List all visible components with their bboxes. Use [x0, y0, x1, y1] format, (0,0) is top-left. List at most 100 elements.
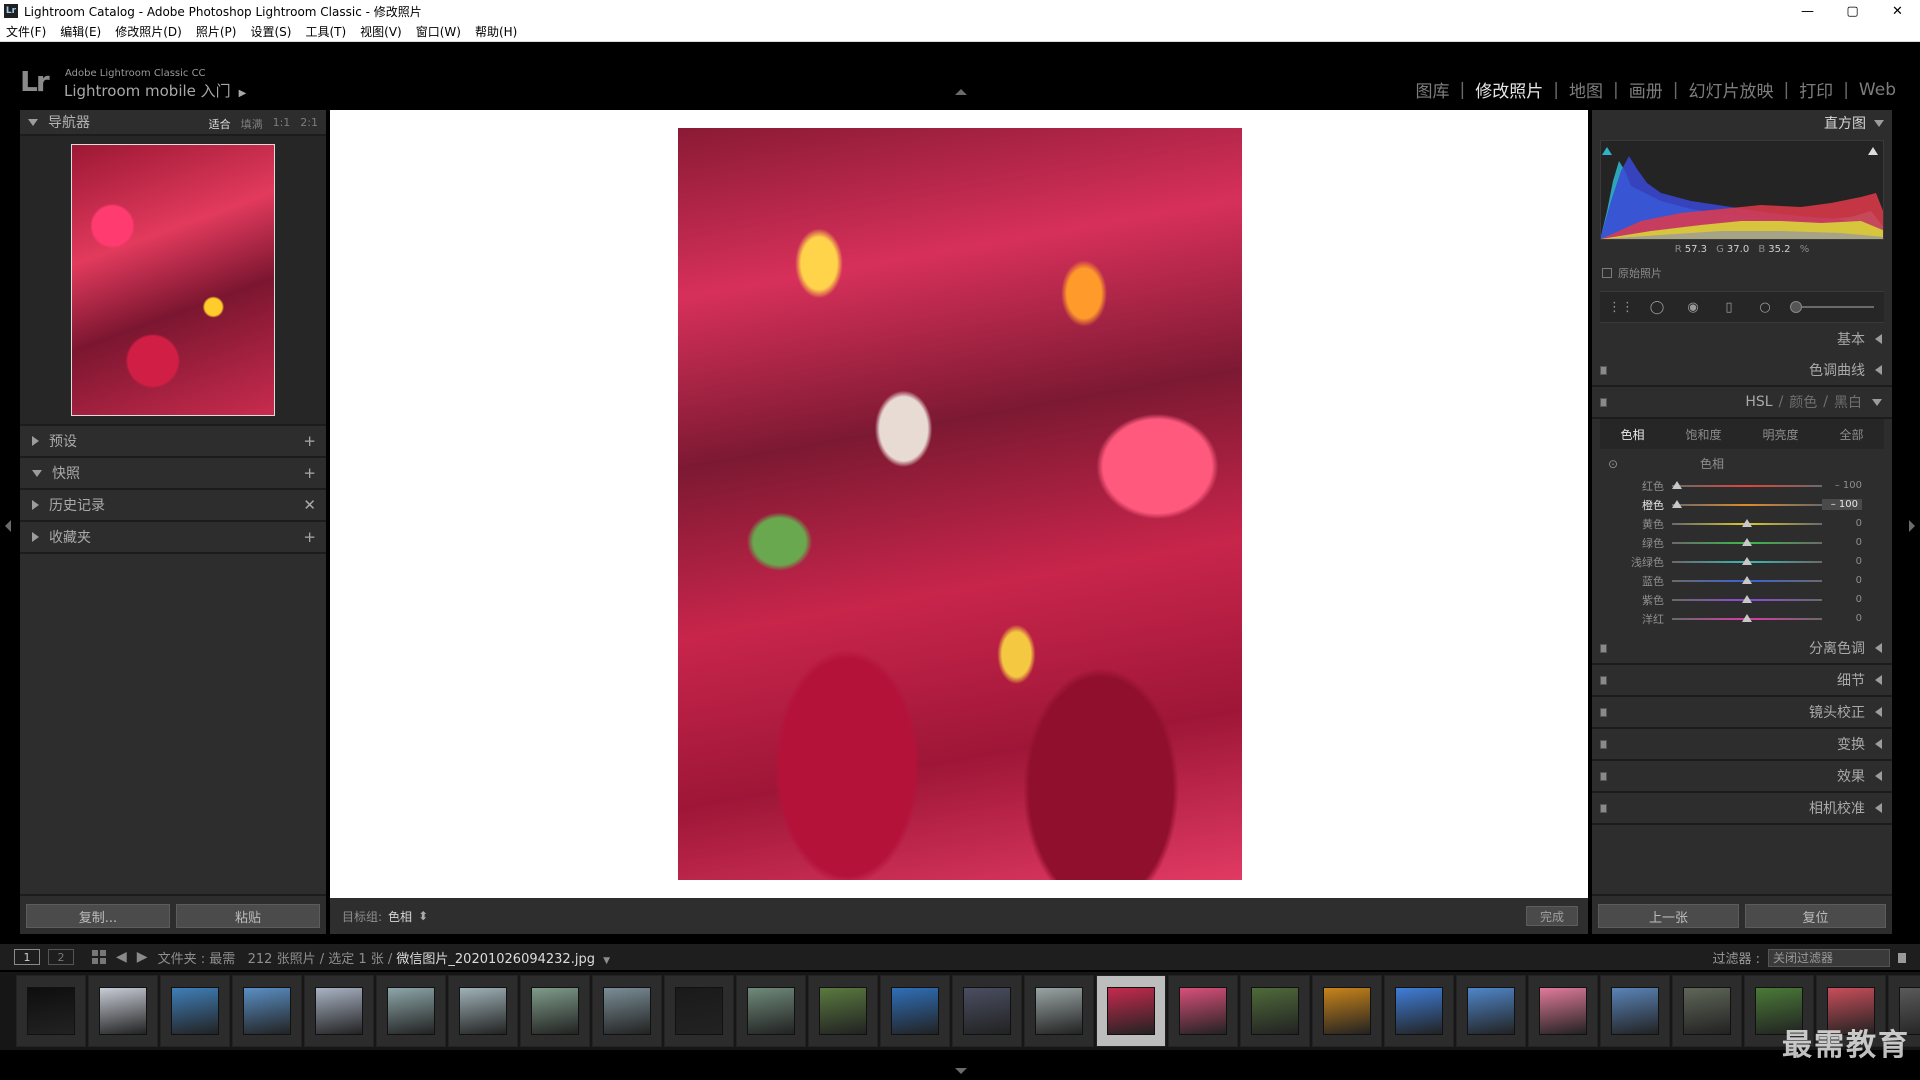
main-photo[interactable]	[678, 128, 1242, 880]
slider-knob[interactable]	[1742, 556, 1752, 565]
hue-slider-row[interactable]: 洋红 0	[1600, 609, 1884, 628]
filmstrip-thumbnail[interactable]	[603, 987, 651, 1035]
filmstrip-thumbnail[interactable]	[1035, 987, 1083, 1035]
filmstrip-cell[interactable]	[1384, 975, 1454, 1047]
module-print[interactable]: 打印	[1789, 77, 1843, 102]
filmstrip-cell[interactable]	[808, 975, 878, 1047]
filmstrip-thumbnail[interactable]	[99, 987, 147, 1035]
menu-tools[interactable]: 工具(T)	[305, 23, 346, 40]
slider-knob[interactable]	[1742, 518, 1752, 527]
filmstrip-cell[interactable]	[88, 975, 158, 1047]
done-button[interactable]: 完成	[1526, 906, 1578, 926]
filmstrip-cell[interactable]	[1456, 975, 1526, 1047]
filmstrip-thumbnail[interactable]	[459, 987, 507, 1035]
calibration-section[interactable]: 相机校准	[1592, 793, 1892, 825]
panel-switch-icon[interactable]	[1600, 708, 1607, 717]
spot-removal-icon[interactable]: ◯	[1646, 296, 1668, 318]
highlight-clipping-icon[interactable]	[1868, 147, 1878, 155]
filmstrip-cell[interactable]	[880, 975, 950, 1047]
slider-track[interactable]	[1672, 518, 1822, 527]
add-preset-icon[interactable]: +	[303, 432, 316, 450]
hue-tab[interactable]: 色相	[1620, 426, 1644, 443]
histogram[interactable]	[1600, 140, 1884, 240]
target-group-select[interactable]: 色相	[388, 908, 412, 925]
module-map[interactable]: 地图	[1559, 77, 1613, 102]
split-toning-section[interactable]: 分离色调	[1592, 633, 1892, 665]
saturation-tab[interactable]: 饱和度	[1685, 426, 1721, 443]
original-photo-toggle[interactable]: 原始照片	[1592, 255, 1892, 281]
filmstrip-thumbnail[interactable]	[387, 987, 435, 1035]
filmstrip-thumbnail[interactable]	[171, 987, 219, 1035]
slider-track[interactable]	[1672, 537, 1822, 546]
grid-view-icon[interactable]	[92, 950, 106, 964]
slider-track[interactable]	[1672, 594, 1822, 603]
filmstrip-cell[interactable]	[304, 975, 374, 1047]
panel-switch-icon[interactable]	[1600, 804, 1607, 813]
slider-knob[interactable]	[1672, 480, 1682, 489]
filmstrip-cell[interactable]	[1312, 975, 1382, 1047]
slider-track[interactable]	[1672, 613, 1822, 622]
slider-knob[interactable]	[1742, 594, 1752, 603]
panel-switch-icon[interactable]	[1600, 676, 1607, 685]
zoom-fit[interactable]: 适合	[209, 116, 231, 132]
filter-lock-icon[interactable]	[1898, 952, 1906, 963]
filmstrip-cell[interactable]	[448, 975, 518, 1047]
primary-display-button[interactable]: 1	[14, 949, 40, 965]
filmstrip-cell[interactable]	[1024, 975, 1094, 1047]
radial-filter-icon[interactable]: ○	[1754, 296, 1776, 318]
filmstrip-cell[interactable]	[232, 975, 302, 1047]
filmstrip-cell[interactable]	[1528, 975, 1598, 1047]
slider-track[interactable]	[1672, 480, 1822, 489]
adjustment-brush-slider[interactable]	[1790, 301, 1874, 313]
filmstrip-cell[interactable]	[520, 975, 590, 1047]
photo-canvas[interactable]	[330, 110, 1588, 898]
panel-switch-icon[interactable]	[1600, 366, 1607, 375]
filmstrip-thumbnail[interactable]	[891, 987, 939, 1035]
original-photo-checkbox[interactable]	[1602, 268, 1612, 278]
hue-slider-row[interactable]: 红色 – 100	[1600, 476, 1884, 495]
filmstrip-thumbnail[interactable]	[819, 987, 867, 1035]
slider-track[interactable]	[1672, 556, 1822, 565]
filmstrip-cell[interactable]	[664, 975, 734, 1047]
histogram-header[interactable]: 直方图	[1592, 110, 1892, 136]
slider-knob[interactable]	[1742, 537, 1752, 546]
filmstrip-cell[interactable]	[1168, 975, 1238, 1047]
filmstrip-cell[interactable]	[1600, 975, 1670, 1047]
filmstrip-cell[interactable]	[1672, 975, 1742, 1047]
hue-slider-row[interactable]: 黄色 0	[1600, 514, 1884, 533]
lens-corrections-section[interactable]: 镜头校正	[1592, 697, 1892, 729]
filmstrip-thumbnail[interactable]	[675, 987, 723, 1035]
slider-value[interactable]: 0	[1822, 594, 1862, 605]
module-slideshow[interactable]: 幻灯片放映	[1678, 77, 1783, 102]
graduated-filter-icon[interactable]: ▯	[1718, 296, 1740, 318]
zoom-2-1[interactable]: 2:1	[300, 116, 318, 132]
presets-section[interactable]: 预设 +	[20, 426, 326, 458]
restore-button[interactable]: ▢	[1830, 0, 1875, 22]
slider-value[interactable]: – 100	[1822, 480, 1862, 491]
hue-slider-row[interactable]: 蓝色 0	[1600, 571, 1884, 590]
slider-knob[interactable]	[1742, 613, 1752, 622]
slider-track[interactable]	[1672, 499, 1822, 508]
transform-section[interactable]: 变换	[1592, 729, 1892, 761]
module-web[interactable]: Web	[1849, 80, 1906, 100]
luminance-tab[interactable]: 明亮度	[1762, 426, 1798, 443]
navigator-thumbnail[interactable]	[71, 144, 275, 416]
filmstrip-cell[interactable]	[376, 975, 446, 1047]
module-book[interactable]: 画册	[1619, 77, 1673, 102]
collapse-right-arrow-icon[interactable]	[1909, 520, 1915, 532]
filmstrip-thumbnail[interactable]	[243, 987, 291, 1035]
menu-view[interactable]: 视图(V)	[360, 23, 402, 40]
color-tab[interactable]: 颜色	[1789, 392, 1817, 412]
close-button[interactable]: ✕	[1875, 0, 1920, 22]
filmstrip-thumbnail[interactable]	[963, 987, 1011, 1035]
filmstrip-thumbnail[interactable]	[1611, 987, 1659, 1035]
slider-value[interactable]: 0	[1822, 556, 1862, 567]
navigator-header[interactable]: 导航器 适合 填满 1:1 2:1	[20, 110, 326, 136]
filmstrip-cell[interactable]	[1096, 975, 1166, 1047]
menu-photo[interactable]: 照片(P)	[196, 23, 237, 40]
filmstrip-thumbnail[interactable]	[1107, 987, 1155, 1035]
menu-help[interactable]: 帮助(H)	[475, 23, 517, 40]
slider-knob[interactable]	[1672, 499, 1682, 508]
navigator-preview[interactable]	[20, 136, 326, 426]
red-eye-icon[interactable]: ◉	[1682, 296, 1704, 318]
